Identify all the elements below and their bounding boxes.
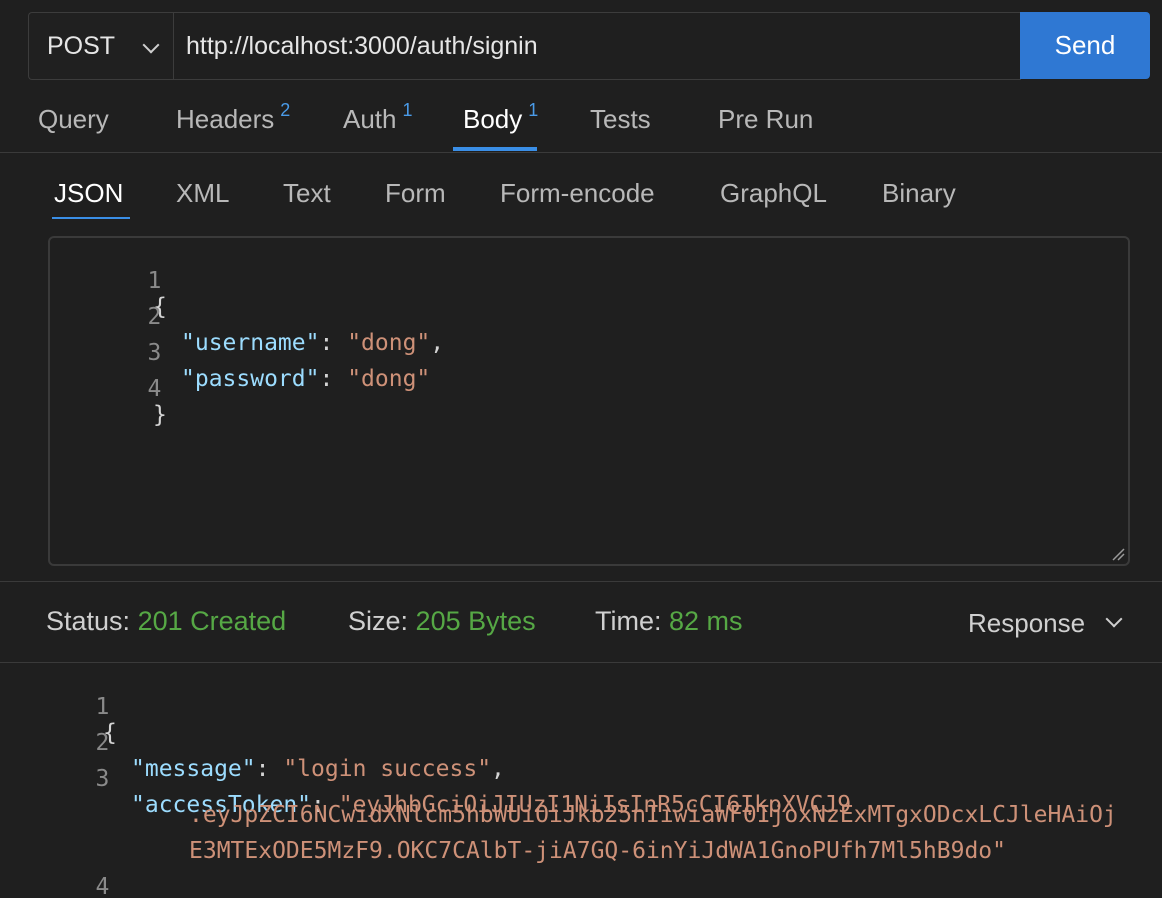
body-tab-json[interactable]: JSON [54,178,123,209]
body-tab-xml[interactable]: XML [176,178,229,209]
request-bar: POST http://localhost:3000/auth/signin S… [28,12,1150,80]
divider [0,152,1162,153]
code-line: 2 "username": "dong", [50,278,445,356]
tab-badge: 2 [280,100,291,120]
method-label: POST [47,31,116,60]
divider [0,581,1162,582]
body-tab-form[interactable]: Form [385,178,446,209]
json-string: "login success" [283,756,492,782]
code-line: 4 } [0,848,110,898]
active-tab-indicator [453,147,537,151]
tab-label: Query [38,104,109,134]
response-dropdown[interactable]: Response [968,608,1085,639]
tab-badge: 1 [528,100,539,120]
line-number: 4 [147,376,162,402]
json-string: .eyJpZCI6NCwidXNlcm5hbWUiOiJkb25nIiwiaWF… [189,802,1117,828]
json-key: "username" [181,330,320,356]
method-select[interactable]: POST [28,12,173,80]
tab-headers[interactable]: Headers 2 [176,100,290,135]
url-input[interactable]: http://localhost:3000/auth/signin [173,12,1021,80]
json-string: "dong" [347,366,431,392]
code-line: 2 "message": "login success", [0,704,505,782]
size-info: Size: 205 Bytes [348,606,536,637]
status-label: Status: [46,606,131,636]
code-line: 4 } [50,350,167,428]
json-key: "message" [131,756,256,782]
divider [0,662,1162,663]
line-number: 2 [147,304,162,330]
tab-pre-run[interactable]: Pre Run [718,104,813,135]
status-value: 201 Created [137,606,287,636]
code-line: 1 { [0,668,117,746]
chevron-down-icon [142,36,160,54]
line-number: 3 [147,340,162,366]
request-body-editor[interactable]: 1 { 2 "username": "dong", 3 "password": … [48,236,1130,566]
tab-query[interactable]: Query [38,104,109,135]
body-tab-binary[interactable]: Binary [882,178,956,209]
code-line-wrapped: E3MTExODE5MzF9.OKC7CAlbT-jiA7GQ-6inYiJdW… [0,812,1006,864]
line-number: 3 [95,766,110,792]
tab-label: Pre Run [718,104,814,134]
tab-badge: 1 [402,100,413,120]
json-string: "dong" [347,330,431,356]
json-key: "password" [181,366,320,392]
line-number: 4 [95,874,110,898]
size-label: Size: [348,606,409,636]
tab-body[interactable]: Body 1 [463,100,538,135]
line-number: 1 [95,694,110,720]
body-tab-form-encode[interactable]: Form-encode [500,178,655,209]
json-brace: } [153,402,167,428]
body-tab-text[interactable]: Text [283,178,331,209]
line-number: 1 [147,268,162,294]
tab-label: Auth [343,104,397,134]
code-line-wrapped: .eyJpZCI6NCwidXNlcm5hbWUiOiJkb25nIiwiaWF… [0,776,1117,828]
request-tabs: Query Headers 2 Auth 1 Body 1 Tests Pre Run [0,92,1162,152]
code-line: 1 { [50,242,167,320]
tab-label: Tests [590,104,651,134]
body-tab-graphql[interactable]: GraphQL [720,178,827,209]
chevron-down-icon[interactable] [1105,610,1123,628]
active-body-tab-indicator [52,217,130,219]
resize-handle-icon[interactable] [1111,547,1125,561]
code-line: 3 "password": "dong" [50,314,431,392]
size-value: 205 Bytes [415,606,536,636]
time-value: 82 ms [669,606,743,636]
send-button[interactable]: Send [1020,12,1150,79]
tab-label: Body [463,104,523,134]
code-line: 3 "accessToken": "eyJhbGciOiJIUzI1NiIsIn… [0,740,852,818]
tab-label: Headers [176,104,275,134]
json-string: E3MTExODE5MzF9.OKC7CAlbT-jiA7GQ-6inYiJdW… [189,838,1006,864]
tab-tests[interactable]: Tests [590,104,651,135]
time-info: Time: 82 ms [595,606,743,637]
tab-auth[interactable]: Auth 1 [343,100,413,135]
status-info: Status: 201 Created [46,606,286,637]
line-number: 2 [95,730,110,756]
time-label: Time: [595,606,662,636]
